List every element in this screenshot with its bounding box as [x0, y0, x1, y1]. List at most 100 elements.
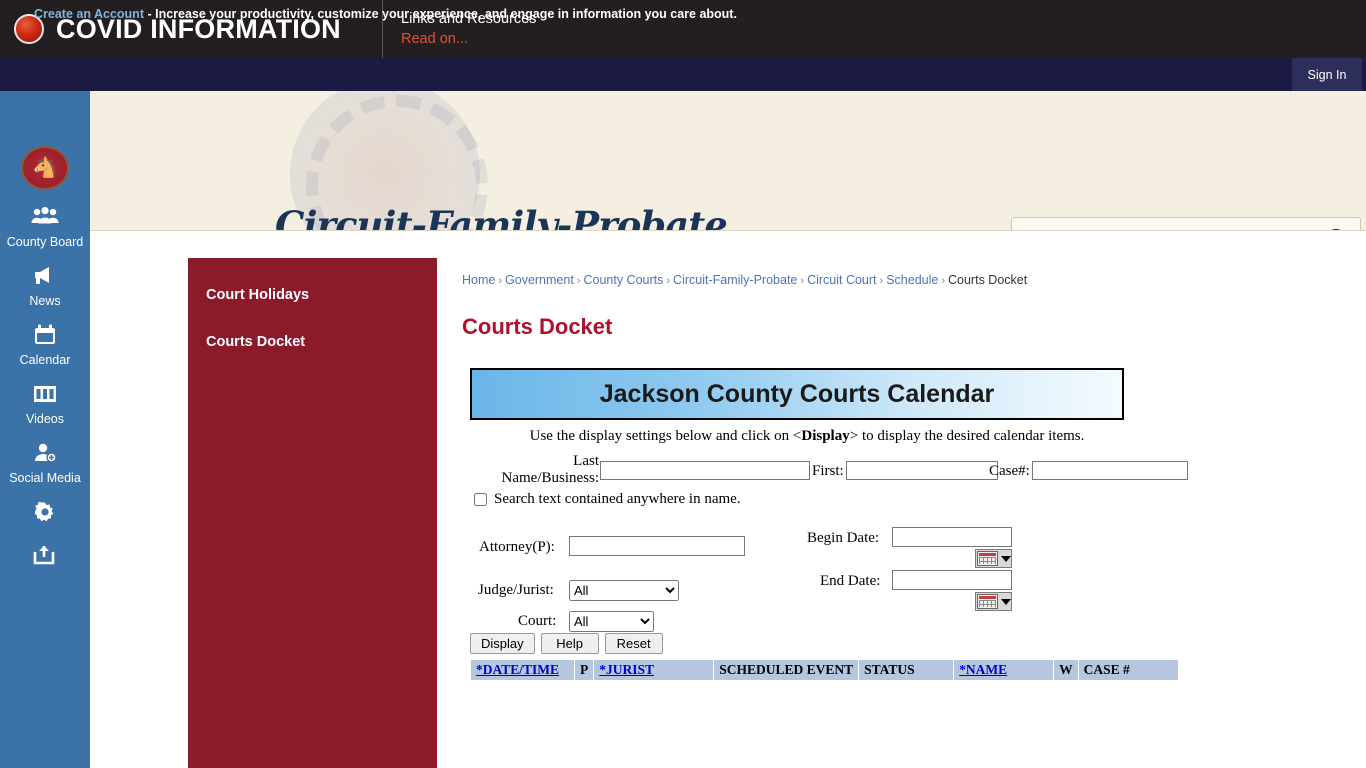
film-strip-icon: [0, 383, 90, 409]
share-icon: [0, 543, 90, 569]
search-anywhere-label: Search text contained anywhere in name.: [494, 491, 741, 507]
case-number-input[interactable]: [1032, 461, 1188, 480]
account-bar-text: Create an Account - Increase your produc…: [34, 7, 737, 21]
main-content: Home › Government › County Courts › Circuit-Fa…: [462, 258, 1366, 681]
col-date-time-sort-link[interactable]: *DATE/TIME: [476, 662, 559, 677]
breadcrumb-item-government[interactable]: Government: [505, 273, 574, 287]
search-box: [1011, 217, 1361, 230]
calendar-picker-icon: [977, 551, 998, 566]
lastname-label: Last Name/Business:: [501, 453, 600, 486]
covid-read-on-link[interactable]: Read on...: [401, 29, 536, 49]
contains-search-row: Search text contained anywhere in name.: [462, 489, 1366, 513]
jackson-county-seal-logo[interactable]: 🐴: [21, 146, 69, 190]
left-rail-nav: 🐴 County Board News Calendar Videos Soci…: [0, 91, 90, 768]
section-subnav: Court Holidays Courts Docket: [188, 258, 437, 768]
breadcrumb-item-home[interactable]: Home: [462, 273, 495, 287]
filters-row: Attorney(P): Judge/Jurist: All Court: Al…: [462, 527, 1366, 635]
docket-table-header-row: *DATE/TIME P *JURIST SCHEDULED EVENT STA…: [470, 659, 1179, 681]
search-button[interactable]: [1322, 227, 1350, 230]
breadcrumb-item-county-courts[interactable]: County Courts: [583, 273, 663, 287]
rail-item-calendar[interactable]: Calendar: [0, 324, 90, 367]
display-button[interactable]: Display: [470, 633, 535, 654]
horse-icon: 🐴: [32, 157, 58, 179]
end-date-label: End Date:: [820, 573, 881, 589]
rail-label-calendar: Calendar: [19, 353, 71, 367]
rail-item-share[interactable]: [0, 543, 90, 569]
subnav-item-court-holidays[interactable]: Court Holidays: [188, 258, 437, 303]
col-jurist-sort-link[interactable]: *JURIST: [599, 662, 654, 677]
begin-date-picker-button[interactable]: [975, 549, 1012, 568]
account-bar: [0, 58, 1366, 91]
rail-item-news[interactable]: News: [0, 265, 90, 308]
calendar-app-banner-title: Jackson County Courts Calendar: [599, 379, 995, 408]
instructions-suffix: > to display the desired calendar items.: [849, 428, 1085, 444]
breadcrumb-item-circuit-family-probate[interactable]: Circuit-Family-Probate: [673, 273, 797, 287]
rail-label-videos: Videos: [26, 412, 64, 426]
case-number-label: Case#:: [989, 463, 1030, 479]
site-header: Circuit-Family-Probate JACKSON COUNTY, M…: [90, 91, 1366, 231]
col-scheduled-event: SCHEDULED EVENT: [713, 659, 860, 681]
help-button[interactable]: Help: [540, 633, 599, 654]
breadcrumb-separator: ›: [879, 275, 884, 287]
judge-jurist-label: Judge/Jurist:: [478, 582, 554, 598]
calendar-instructions: Use the display settings below and click…: [462, 428, 1152, 445]
search-icon: [1331, 228, 1341, 230]
sign-in-button[interactable]: Sign In: [1292, 58, 1362, 91]
breadcrumb-separator: ›: [800, 275, 805, 287]
col-jurist: *JURIST: [593, 659, 715, 681]
instructions-prefix: Use the display settings below and click…: [529, 428, 802, 444]
form-buttons: Display Help Reset: [462, 633, 1366, 654]
rail-label-social-media: Social Media: [9, 471, 81, 485]
search-anywhere-checkbox[interactable]: [474, 493, 487, 506]
reset-button[interactable]: Reset: [604, 633, 663, 654]
breadcrumb-item-schedule[interactable]: Schedule: [886, 273, 938, 287]
courts-calendar-app: Jackson County Courts Calendar Use the d…: [462, 368, 1366, 681]
breadcrumb-current: Courts Docket: [948, 273, 1028, 287]
create-account-link[interactable]: Create an Account: [34, 7, 144, 21]
account-tagline: - Increase your productivity, customize …: [143, 7, 737, 21]
col-status: STATUS: [858, 659, 955, 681]
first-name-label: First:: [812, 463, 844, 479]
end-date-picker-button[interactable]: [975, 592, 1012, 611]
end-date-input[interactable]: [892, 570, 1012, 590]
col-case-number: CASE #: [1077, 659, 1179, 681]
rail-label-news: News: [29, 294, 61, 308]
rail-item-social-media[interactable]: Social Media: [0, 442, 90, 485]
search-input[interactable]: [1012, 218, 1312, 230]
breadcrumb-item-circuit-court[interactable]: Circuit Court: [807, 273, 876, 287]
col-date-time: *DATE/TIME: [470, 659, 575, 681]
docket-results-table: *DATE/TIME P *JURIST SCHEDULED EVENT STA…: [470, 659, 1179, 681]
subnav-item-courts-docket[interactable]: Courts Docket: [188, 303, 437, 350]
people-group-icon: [0, 206, 90, 232]
megaphone-icon: [0, 265, 90, 291]
court-select[interactable]: All: [569, 611, 654, 632]
chevron-down-icon: [1001, 598, 1011, 605]
lastname-input[interactable]: [600, 461, 810, 480]
rail-item-county-board[interactable]: County Board: [0, 206, 90, 249]
attorney-input[interactable]: [569, 536, 745, 556]
site-logo-script[interactable]: Circuit-Family-Probate: [275, 203, 728, 230]
gear-icon: [0, 501, 90, 527]
col-name-sort-link[interactable]: *NAME: [959, 662, 1007, 677]
attorney-label: Attorney(P):: [479, 539, 555, 555]
col-w: W: [1053, 659, 1079, 681]
rail-item-settings[interactable]: [0, 501, 90, 527]
breadcrumb-separator: ›: [498, 275, 503, 287]
instructions-bold: Display: [801, 428, 850, 444]
rail-label-county-board: County Board: [6, 235, 84, 249]
breadcrumb-separator: ›: [666, 275, 671, 287]
name-search-row: Last Name/Business: First: Case#:: [462, 447, 1366, 489]
col-name: *NAME: [953, 659, 1055, 681]
judge-jurist-select[interactable]: All: [569, 580, 679, 601]
calendar-app-banner: Jackson County Courts Calendar: [470, 368, 1124, 420]
breadcrumb-separator: ›: [941, 275, 945, 287]
calendar-picker-icon: [977, 594, 998, 609]
col-p: P: [573, 659, 595, 681]
court-label: Court:: [518, 613, 557, 629]
breadcrumb: Home › Government › County Courts › Circuit-Fa…: [462, 258, 1366, 287]
rail-item-videos[interactable]: Videos: [0, 383, 90, 426]
begin-date-input[interactable]: [892, 527, 1012, 547]
first-name-input[interactable]: [846, 461, 998, 480]
chevron-down-icon: [1001, 555, 1011, 562]
person-add-icon: [0, 442, 90, 468]
